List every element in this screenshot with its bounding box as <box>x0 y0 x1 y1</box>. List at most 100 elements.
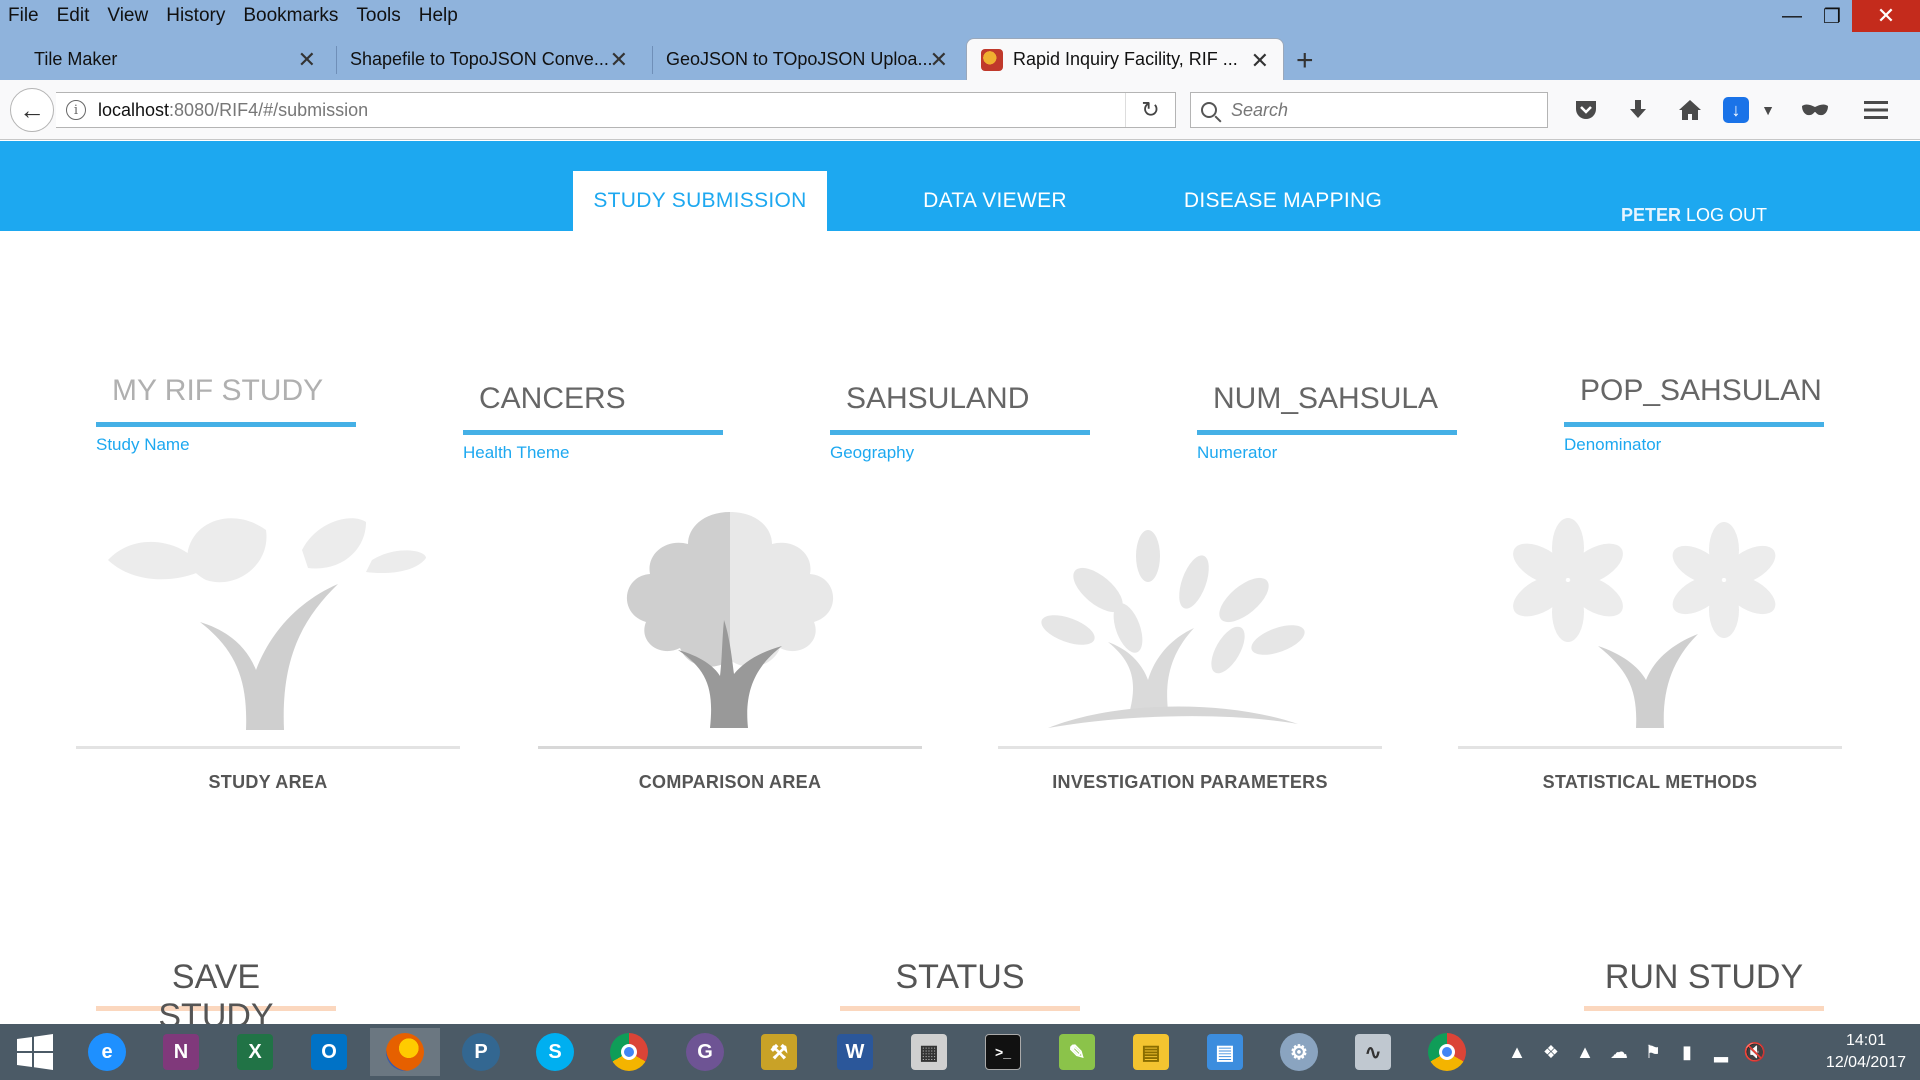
comparison-area-tree-icon <box>626 512 834 728</box>
excel-icon[interactable]: X <box>220 1028 290 1076</box>
search-placeholder: Search <box>1231 99 1289 120</box>
browser-tab-tile-maker[interactable]: Tile Maker ✕ <box>10 38 330 80</box>
close-tab-icon[interactable]: ✕ <box>610 47 628 73</box>
study-name-input[interactable]: MY RIF STUDY <box>96 374 356 422</box>
url-bar[interactable]: i localhost:8080/RIF4/#/submission ↻ <box>56 92 1176 128</box>
firefox-icon[interactable] <box>370 1028 440 1076</box>
search-icon <box>1201 102 1217 118</box>
run-study-label: RUN STUDY <box>1604 958 1804 996</box>
denominator-value[interactable]: POP_SAHSULAN <box>1564 374 1824 422</box>
internet-explorer-icon[interactable]: e <box>72 1028 142 1076</box>
browser-tab-rif[interactable]: Rapid Inquiry Facility, RIF ... ✕ <box>966 38 1284 80</box>
investigation-parameters-tile[interactable]: INVESTIGATION PARAMETERS <box>998 510 1382 810</box>
investigation-parameters-tree-icon <box>1041 530 1305 728</box>
downloads-icon[interactable] <box>1612 98 1664 122</box>
tile-divider <box>998 746 1382 749</box>
control-panel-icon[interactable]: ▤ <box>1190 1028 1260 1076</box>
status-button[interactable]: STATUS <box>840 958 1080 1011</box>
dropbox-icon[interactable]: ❖ <box>1534 1042 1568 1063</box>
github-icon[interactable]: G <box>670 1028 740 1076</box>
tab-study-submission[interactable]: STUDY SUBMISSION <box>573 171 827 231</box>
tile-divider <box>76 746 460 749</box>
restore-button[interactable]: ❐ <box>1812 0 1852 32</box>
numerator-value[interactable]: NUM_SAHSULA <box>1197 382 1457 430</box>
search-input[interactable]: Search <box>1190 92 1548 128</box>
menu-history[interactable]: History <box>166 5 225 27</box>
onedrive-cloud-icon[interactable]: ☁ <box>1602 1042 1636 1063</box>
app-header: STUDY SUBMISSION DATA VIEWER DISEASE MAP… <box>0 141 1920 231</box>
performance-monitor-icon[interactable]: ∿ <box>1338 1028 1408 1076</box>
tile-divider <box>1458 746 1842 749</box>
pgadmin-elephant-icon[interactable]: P <box>446 1028 516 1076</box>
word-icon[interactable]: W <box>820 1028 890 1076</box>
system-clock[interactable]: 14:01 12/04/2017 <box>1826 1030 1906 1074</box>
notepad-icon[interactable]: ✎ <box>1042 1028 1112 1076</box>
reload-button[interactable]: ↻ <box>1125 93 1175 127</box>
menu-view[interactable]: View <box>107 5 148 27</box>
clock-time: 14:01 <box>1845 1032 1886 1049</box>
run-study-button[interactable]: RUN STUDY <box>1584 958 1824 1011</box>
menu-edit[interactable]: Edit <box>57 5 90 27</box>
geography-value[interactable]: SAHSULAND <box>830 382 1090 430</box>
network-signal-icon[interactable]: ▂ <box>1704 1042 1738 1063</box>
investigation-parameters-label: INVESTIGATION PARAMETERS <box>1052 772 1328 792</box>
study-area-tile[interactable]: STUDY AREA <box>76 510 460 810</box>
start-button[interactable] <box>0 1028 70 1076</box>
file-explorer-icon[interactable]: ▤ <box>1116 1028 1186 1076</box>
calculator-icon[interactable]: ▦ <box>894 1028 964 1076</box>
study-name-field[interactable]: MY RIF STUDY Study Name <box>96 374 356 455</box>
pocket-icon[interactable] <box>1560 99 1612 121</box>
download-manager-icon[interactable]: ↓ <box>1716 97 1756 123</box>
volume-muted-icon[interactable]: 🔇 <box>1738 1042 1772 1063</box>
browser-tab-geojson[interactable]: GeoJSON to TOpoJSON Uploa... ✕ <box>642 38 962 80</box>
browser-tab-shapefile[interactable]: Shapefile to TopoJSON Conve... ✕ <box>326 38 642 80</box>
chrome-icon[interactable] <box>594 1028 664 1076</box>
comparison-area-label: COMPARISON AREA <box>638 772 822 792</box>
tab-disease-mapping[interactable]: DISEASE MAPPING <box>1170 171 1396 231</box>
save-study-button[interactable]: SAVE STUDY <box>96 958 336 1035</box>
site-info-icon[interactable]: i <box>66 100 86 120</box>
statistical-methods-label: STATISTICAL METHODS <box>1542 772 1758 792</box>
menu-help[interactable]: Help <box>419 5 458 27</box>
comparison-area-tile[interactable]: COMPARISON AREA <box>538 510 922 810</box>
tools-icon[interactable]: ⚒ <box>744 1028 814 1076</box>
google-drive-icon[interactable]: ▲ <box>1568 1042 1602 1063</box>
close-tab-icon[interactable]: ✕ <box>1251 48 1269 74</box>
geography-field[interactable]: SAHSULAND Geography <box>830 382 1090 463</box>
tab-title: Rapid Inquiry Facility, RIF ... <box>1013 49 1238 69</box>
new-tab-button[interactable]: + <box>1296 44 1314 78</box>
close-tab-icon[interactable]: ✕ <box>298 47 316 73</box>
battery-icon[interactable]: ▮ <box>1670 1042 1704 1063</box>
health-theme-value[interactable]: CANCERS <box>463 382 723 430</box>
back-button[interactable]: ← <box>10 88 54 132</box>
dropdown-arrow-icon[interactable]: ▼ <box>1756 102 1780 118</box>
minimize-button[interactable]: — <box>1772 0 1812 32</box>
tray-chevron-icon[interactable]: ▲ <box>1500 1042 1534 1063</box>
close-tab-icon[interactable]: ✕ <box>930 47 948 73</box>
action-center-flag-icon[interactable]: ⚑ <box>1636 1042 1670 1063</box>
health-theme-field[interactable]: CANCERS Health Theme <box>463 382 723 463</box>
chrome-icon-2[interactable] <box>1412 1028 1482 1076</box>
menu-tools[interactable]: Tools <box>356 5 400 27</box>
numerator-field[interactable]: NUM_SAHSULA Numerator <box>1197 382 1457 463</box>
command-prompt-icon[interactable]: >_ <box>968 1028 1038 1076</box>
statistical-methods-tile[interactable]: STATISTICAL METHODS <box>1458 510 1842 810</box>
menu-file[interactable]: File <box>8 5 39 27</box>
outlook-icon[interactable]: O <box>294 1028 364 1076</box>
field-underline <box>96 422 356 427</box>
close-window-button[interactable]: ✕ <box>1852 0 1920 32</box>
navigation-toolbar: ← i localhost:8080/RIF4/#/submission ↻ S… <box>0 80 1920 140</box>
onenote-icon[interactable]: N <box>146 1028 216 1076</box>
url-path: :8080/RIF4/#/submission <box>169 99 369 120</box>
skype-icon[interactable]: S <box>520 1028 590 1076</box>
tile-divider <box>538 746 922 749</box>
menu-bookmarks[interactable]: Bookmarks <box>243 5 338 27</box>
field-underline <box>830 430 1090 435</box>
private-mask-icon[interactable] <box>1780 103 1850 117</box>
tab-data-viewer[interactable]: DATA VIEWER <box>900 171 1090 231</box>
home-icon[interactable] <box>1664 98 1716 122</box>
settings-gear-icon[interactable]: ⚙ <box>1264 1028 1334 1076</box>
hamburger-menu-icon[interactable] <box>1850 100 1902 120</box>
logout-link[interactable]: LOG OUT <box>1686 205 1767 225</box>
denominator-field[interactable]: POP_SAHSULAN Denominator <box>1564 374 1824 455</box>
